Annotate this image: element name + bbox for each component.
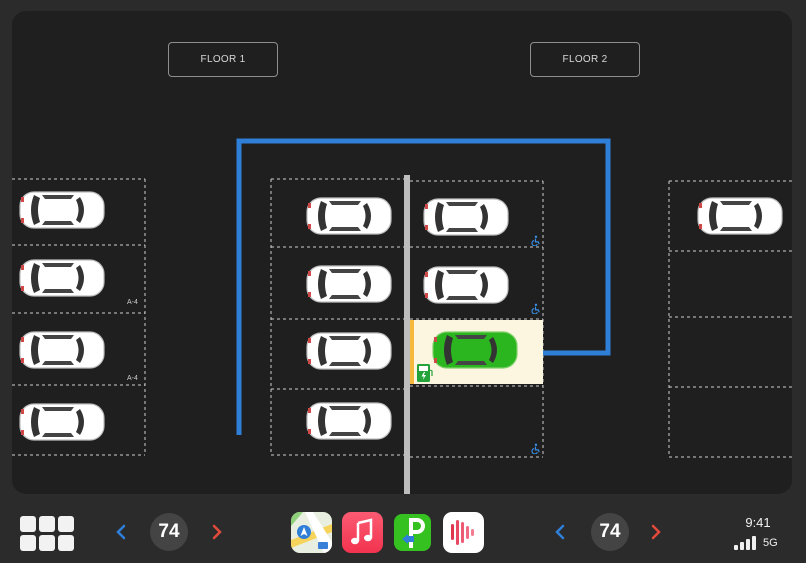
parking-lines [12, 138, 792, 494]
parked-car [696, 195, 784, 237]
floor-1-button[interactable]: FLOOR 1 [168, 42, 278, 77]
right-temperature[interactable]: 74 [591, 513, 629, 551]
music-app-icon[interactable] [342, 512, 383, 553]
network-type: 5G [763, 537, 778, 549]
ev-charging-icon [417, 364, 433, 382]
cellular-signal-icon [734, 536, 756, 550]
wheelchair-icon [531, 303, 540, 314]
app-grid-icon[interactable] [20, 516, 74, 551]
parking-map: FLOOR 1 FLOOR 2 A-4 A-4 [12, 11, 792, 494]
spot-label: A-4 [127, 375, 138, 382]
wheelchair-icon [531, 443, 540, 454]
parked-car [422, 264, 510, 306]
dock-bar: 74 74 9:41 5G [0, 500, 806, 563]
my-car[interactable] [431, 329, 519, 371]
clock: 9:41 [745, 515, 771, 530]
chevron-right-icon[interactable] [210, 523, 224, 541]
right-climate-control: 74 [553, 513, 673, 551]
left-climate-control: 74 [114, 513, 234, 551]
parked-car [305, 195, 393, 237]
parked-car [305, 263, 393, 305]
chevron-left-icon[interactable] [553, 523, 567, 541]
podcast-app-icon[interactable] [443, 512, 484, 553]
parking-app-icon[interactable] [392, 512, 433, 553]
wheelchair-icon [531, 235, 540, 246]
parked-car [18, 189, 106, 231]
parked-car [18, 329, 106, 371]
parked-car [18, 401, 106, 443]
floor-2-button[interactable]: FLOOR 2 [530, 42, 640, 77]
left-temperature[interactable]: 74 [150, 513, 188, 551]
parked-car [18, 257, 106, 299]
spot-label: A-4 [127, 299, 138, 306]
chevron-left-icon[interactable] [114, 523, 128, 541]
parked-car [305, 400, 393, 442]
maps-app-icon[interactable] [291, 512, 332, 553]
carplay-screen: FLOOR 1 FLOOR 2 A-4 A-4 74 74 9:41 5G [0, 0, 806, 563]
parked-car [422, 196, 510, 238]
chevron-right-icon[interactable] [649, 523, 663, 541]
parked-car [305, 330, 393, 372]
